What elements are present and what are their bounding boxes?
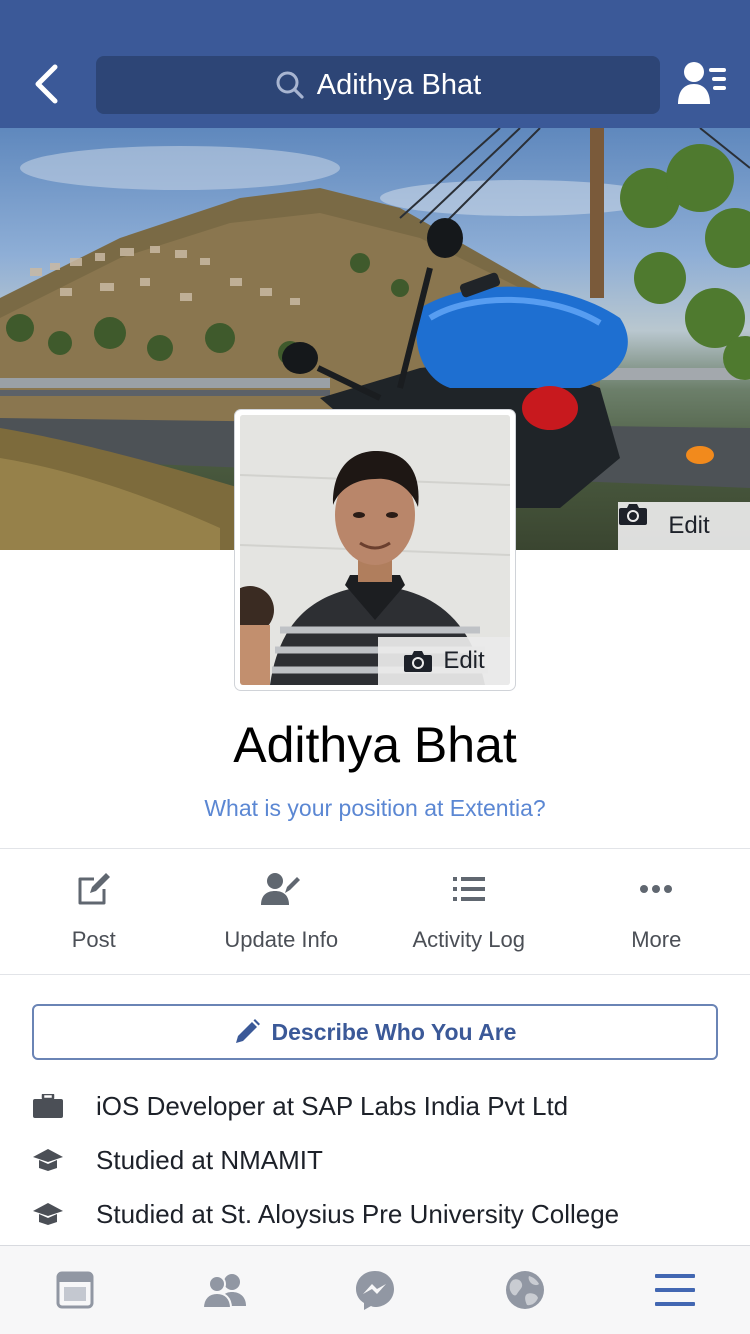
info-item-education[interactable]: Studied at St. Aloysius Pre University C… <box>0 1189 750 1239</box>
info-item-text: Studied at NMAMIT <box>96 1144 323 1175</box>
globe-icon <box>506 1271 544 1309</box>
cover-edit-button[interactable]: Edit <box>618 502 750 550</box>
edit-profile-icon <box>261 873 301 905</box>
post-button[interactable]: Post <box>0 849 188 974</box>
search-bar[interactable]: Adithya Bhat <box>96 56 660 114</box>
post-label: Post <box>71 927 116 952</box>
profile-name: Adithya Bhat <box>233 717 517 773</box>
search-icon <box>276 71 304 99</box>
more-label: More <box>631 927 682 952</box>
navigation-bar: Adithya Bhat <box>0 0 750 128</box>
tab-notifications[interactable] <box>450 1246 600 1334</box>
messenger-icon <box>356 1271 394 1310</box>
profile-actions: Post Update Info Activity Log More <box>0 849 750 974</box>
menu-icon <box>655 1274 695 1306</box>
info-item-education[interactable]: Studied at NMAMIT <box>0 1135 750 1185</box>
tab-friends[interactable] <box>150 1246 300 1334</box>
more-dots-icon <box>640 885 673 893</box>
camera-icon <box>619 504 647 525</box>
update-info-label: Update Info <box>224 927 339 952</box>
tab-news-feed[interactable] <box>0 1246 150 1334</box>
info-item-text: Studied at St. Aloysius Pre University C… <box>96 1198 620 1229</box>
profile-picture-edit-button[interactable]: Edit <box>378 637 510 685</box>
describe-who-you-are-button[interactable]: Describe Who You Are <box>32 1004 718 1060</box>
profile-picture[interactable]: Edit <box>235 410 515 690</box>
describe-label: Describe Who You Are <box>271 1018 517 1045</box>
info-item-work[interactable]: iOS Developer at SAP Labs India Pvt Ltd <box>0 1081 750 1131</box>
tab-messenger[interactable] <box>300 1246 450 1334</box>
profile-picture-edit-label: Edit <box>443 647 485 674</box>
friends-icon <box>202 1274 246 1308</box>
divider <box>0 974 750 975</box>
back-button[interactable] <box>22 58 70 110</box>
info-item-text: iOS Developer at SAP Labs India Pvt Ltd <box>96 1090 569 1121</box>
tab-menu[interactable] <box>600 1246 750 1334</box>
chevron-left-icon <box>35 64 58 104</box>
list-icon <box>452 877 485 901</box>
friend-requests-button[interactable] <box>676 60 730 108</box>
more-button[interactable]: More <box>563 849 750 974</box>
position-prompt-link[interactable]: What is your position at Extentia? <box>0 795 750 822</box>
activity-log-label: Activity Log <box>412 927 526 952</box>
update-info-button[interactable]: Update Info <box>188 849 376 974</box>
news-feed-icon <box>56 1271 94 1309</box>
pencil-icon <box>235 1019 260 1043</box>
activity-log-button[interactable]: Activity Log <box>375 849 563 974</box>
friend-requests-icon <box>678 62 726 104</box>
compose-icon <box>78 873 110 905</box>
education-icon <box>32 1146 64 1174</box>
profile-picture-frame: Edit <box>240 415 510 685</box>
search-text: Adithya Bhat <box>316 68 482 101</box>
cover-edit-label: Edit <box>668 512 710 539</box>
tab-bar <box>0 1245 750 1334</box>
education-icon <box>32 1200 64 1228</box>
camera-icon <box>404 651 433 672</box>
briefcase-icon <box>32 1092 64 1120</box>
